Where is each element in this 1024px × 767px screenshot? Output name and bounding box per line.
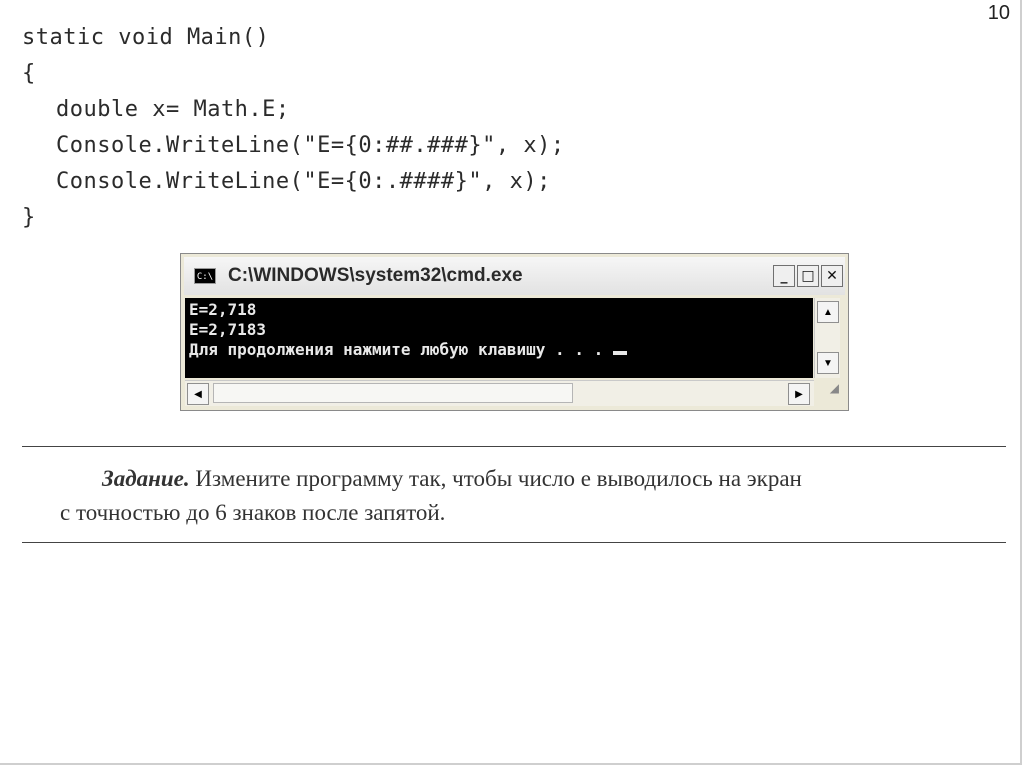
- horizontal-scrollbar[interactable]: ◀ ▶: [185, 380, 814, 406]
- cmd-window-title: C:\WINDOWS\system32\cmd.exe: [228, 265, 523, 286]
- cmd-window: C:\ C:\WINDOWS\system32\cmd.exe _ □ ✕ E=…: [180, 253, 849, 411]
- vertical-scrollbar[interactable]: ▲ ▼: [814, 298, 840, 378]
- cmd-titlebar[interactable]: C:\ C:\WINDOWS\system32\cmd.exe _ □ ✕: [184, 257, 845, 295]
- code-block: static void Main() { double x= Math.E; C…: [22, 20, 565, 236]
- console-line: E=2,7183: [189, 320, 267, 339]
- task-line-1-text: Измените программу так, чтобы число e вы…: [189, 466, 802, 491]
- divider-bottom: [22, 542, 1006, 543]
- code-line: }: [22, 205, 36, 230]
- scroll-left-arrow-icon[interactable]: ◀: [187, 383, 209, 405]
- code-line: static void Main(): [22, 25, 270, 50]
- console-output[interactable]: E=2,718 E=2,7183 Для продолжения нажмите…: [185, 298, 813, 378]
- code-line: Console.WriteLine("E={0:##.###}", x);: [56, 133, 565, 158]
- window-controls: _ □ ✕: [773, 265, 843, 287]
- cmd-app-icon[interactable]: C:\: [194, 268, 216, 284]
- code-line: Console.WriteLine("E={0:.####}", x);: [56, 169, 551, 194]
- minimize-button[interactable]: _: [773, 265, 795, 287]
- task-line-1: Задание. Измените программу так, чтобы ч…: [60, 462, 990, 496]
- scroll-right-arrow-icon[interactable]: ▶: [788, 383, 810, 405]
- divider-top: [22, 446, 1006, 447]
- code-line: double x= Math.E;: [56, 97, 290, 122]
- scroll-up-arrow-icon[interactable]: ▲: [817, 301, 839, 323]
- scroll-down-arrow-icon[interactable]: ▼: [817, 352, 839, 374]
- console-line-prompt: Для продолжения нажмите любую клавишу . …: [189, 340, 813, 360]
- text-cursor: [612, 351, 627, 355]
- slide-number: 10: [987, 2, 1010, 24]
- code-line: {: [22, 61, 36, 86]
- horizontal-scroll-thumb[interactable]: [213, 383, 573, 403]
- resize-grip-icon[interactable]: ◢: [815, 381, 839, 405]
- task-text: Задание. Измените программу так, чтобы ч…: [60, 462, 990, 530]
- task-line-2: с точностью до 6 знаков после запятой.: [60, 500, 446, 525]
- maximize-button[interactable]: □: [797, 265, 819, 287]
- console-line: E=2,718: [189, 300, 257, 319]
- console-prompt-text: Для продолжения нажмите любую клавишу . …: [189, 340, 613, 359]
- task-label: Задание.: [102, 466, 190, 491]
- close-button[interactable]: ✕: [821, 265, 843, 287]
